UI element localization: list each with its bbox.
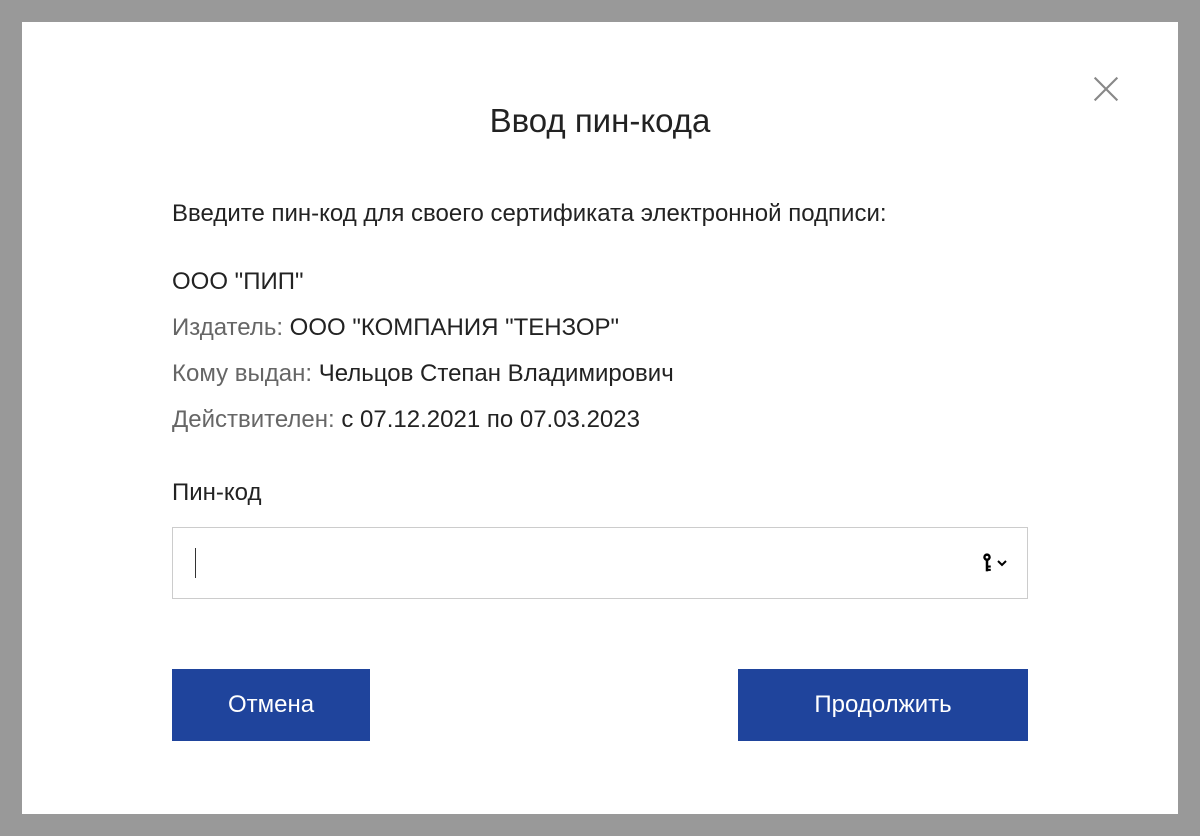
validity-value: с 07.12.2021 по 07.03.2023	[341, 406, 640, 433]
button-row: Отмена Продолжить	[172, 669, 1028, 741]
issuer-label: Издатель:	[172, 314, 290, 341]
chevron-down-icon	[997, 559, 1007, 567]
key-dropdown-button[interactable]	[980, 553, 1007, 573]
close-icon	[1089, 72, 1123, 106]
pin-code-dialog: Ввод пин-кода Введите пин-код для своего…	[22, 22, 1178, 814]
continue-button[interactable]: Продолжить	[738, 669, 1028, 741]
issuer-row: Издатель: ООО "КОМПАНИЯ "ТЕНЗОР"	[172, 314, 1028, 342]
text-cursor	[195, 548, 196, 578]
cancel-button[interactable]: Отмена	[172, 669, 370, 741]
instruction-text: Введите пин-код для своего сертификата э…	[172, 200, 1028, 228]
company-name: ООО "ПИП"	[172, 268, 1028, 296]
pin-code-label: Пин-код	[172, 479, 1028, 507]
issued-to-value: Чельцов Степан Владимирович	[319, 360, 674, 387]
key-icon	[980, 553, 994, 573]
pin-code-input[interactable]	[193, 528, 967, 598]
dialog-title: Ввод пин-кода	[172, 102, 1028, 140]
issued-to-row: Кому выдан: Чельцов Степан Владимирович	[172, 360, 1028, 388]
close-button[interactable]	[1089, 72, 1123, 106]
validity-label: Действителен:	[172, 406, 341, 433]
issuer-value: ООО "КОМПАНИЯ "ТЕНЗОР"	[290, 314, 619, 341]
pin-input-wrapper[interactable]	[172, 527, 1028, 599]
certificate-info: ООО "ПИП" Издатель: ООО "КОМПАНИЯ "ТЕНЗО…	[172, 268, 1028, 434]
issued-to-label: Кому выдан:	[172, 360, 319, 387]
validity-row: Действителен: с 07.12.2021 по 07.03.2023	[172, 406, 1028, 434]
